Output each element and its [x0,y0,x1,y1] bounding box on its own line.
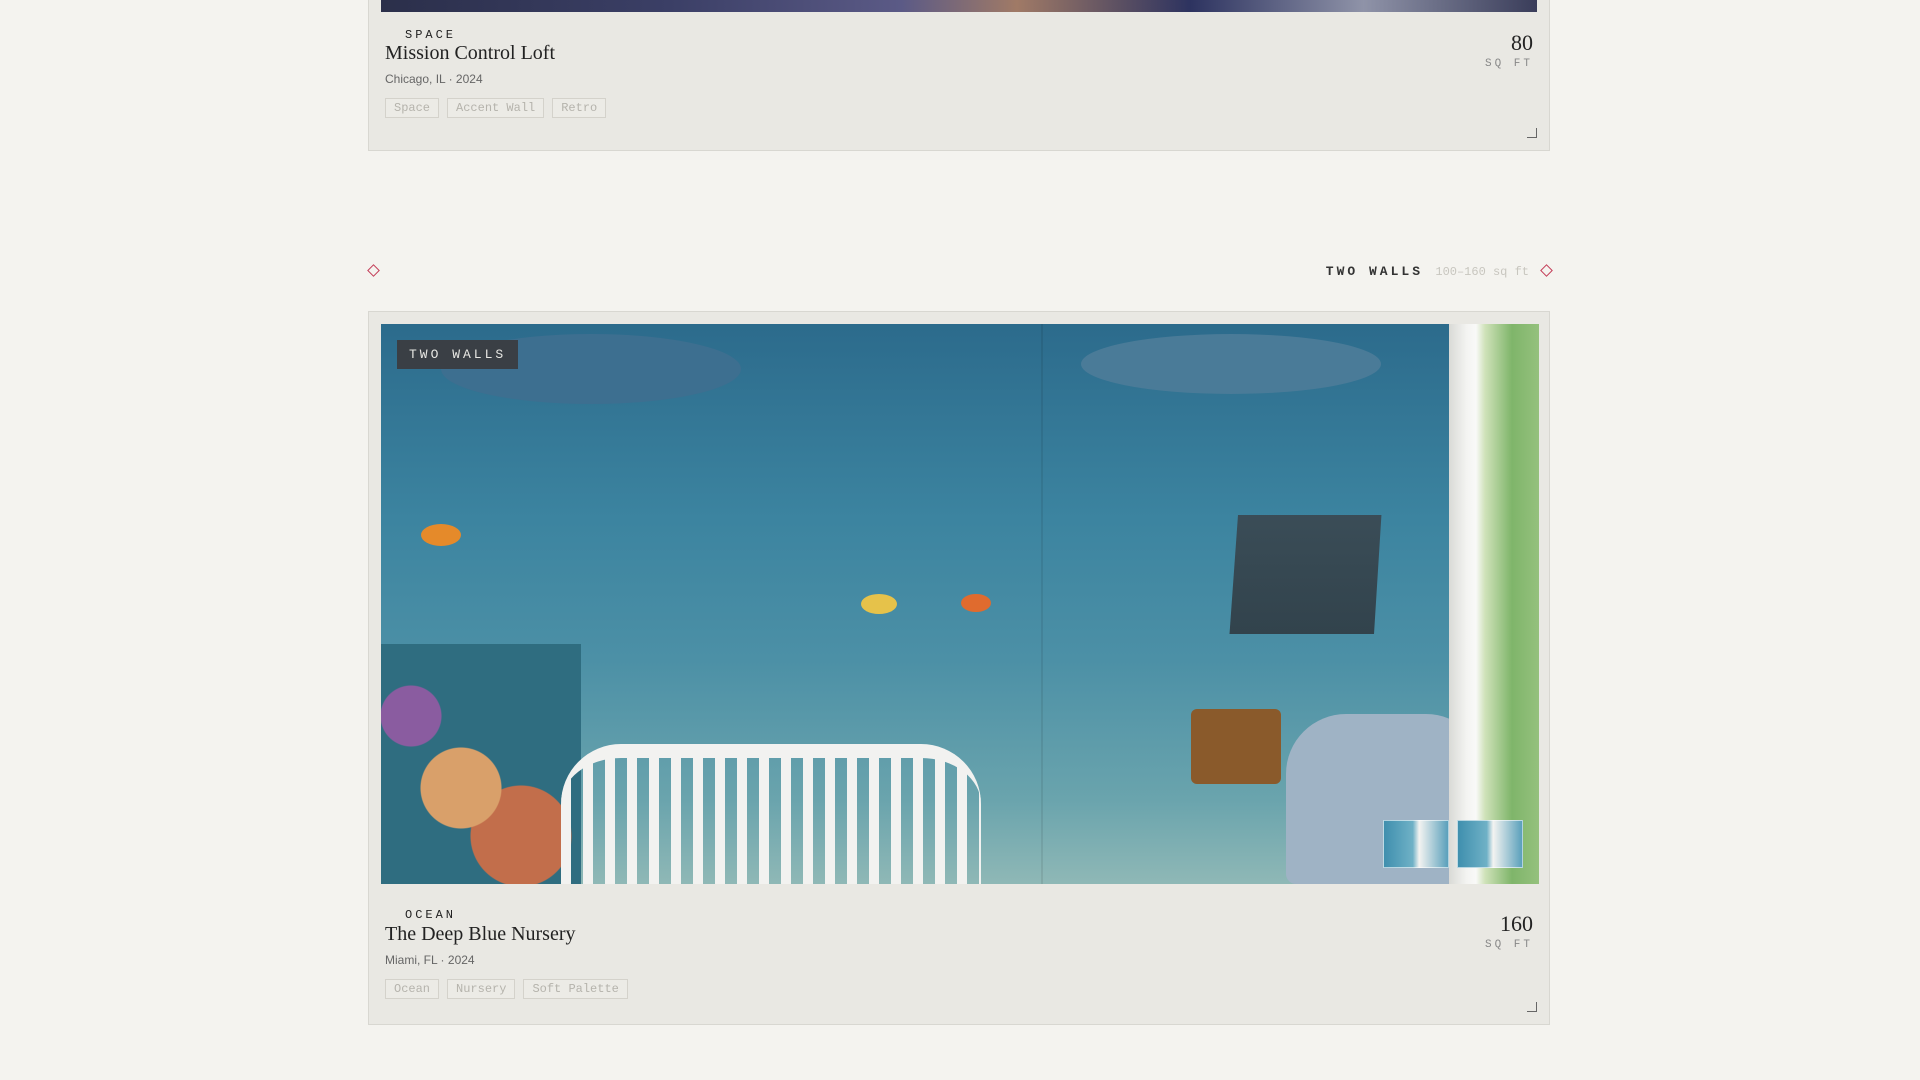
tag[interactable]: Retro [552,98,607,118]
project-location-year: Miami, FL · 2024 [385,953,475,967]
area-unit: SQ FT [1484,939,1533,951]
project-title[interactable]: The Deep Blue Nursery [385,923,576,946]
area-value: 80 [1511,30,1533,55]
project-tags: Ocean Nursery Soft Palette [385,979,628,999]
window-illustration [1449,324,1539,884]
thumbnail[interactable] [1457,820,1523,868]
project-category: OCEAN [405,908,457,922]
crib-illustration [561,744,981,884]
corner-resize-icon [1527,128,1537,138]
project-image[interactable] [381,0,1537,12]
area-unit: SQ FT [1484,58,1533,70]
fish-illustration [421,524,461,546]
section-range: 100–160 sq ft [1435,265,1529,279]
project-area: 160 SQ FT [1485,911,1533,951]
treasure-chest-illustration [1191,709,1281,784]
fish-illustration [861,594,897,614]
project-card-mission-control-loft[interactable]: SPACE Mission Control Loft Chicago, IL ·… [368,0,1550,151]
project-title[interactable]: Mission Control Loft [385,42,555,65]
wall-seam [1041,324,1043,884]
section-label: TWO WALLS [1325,264,1423,279]
tag[interactable]: Soft Palette [523,979,628,999]
project-card-deep-blue-nursery[interactable]: TWO WALLS OCEAN The Deep Blue Nursery Mi… [368,311,1550,1025]
project-tags: Space Accent Wall Retro [385,98,607,118]
fish-illustration [961,594,991,612]
diamond-icon [1540,264,1553,277]
project-image[interactable]: TWO WALLS [381,324,1539,884]
project-location-year: Chicago, IL · 2024 [385,72,483,86]
tag[interactable]: Nursery [447,979,516,999]
coral-reef-illustration [381,644,581,884]
tag[interactable]: Accent Wall [447,98,545,118]
shipwreck-illustration [1229,498,1383,634]
diamond-icon [367,264,380,277]
section-divider: TWO WALLS 100–160 sq ft [367,264,1553,279]
thumbnail-strip [1383,820,1523,868]
corner-resize-icon [1527,1002,1537,1012]
area-value: 160 [1500,911,1533,936]
project-area: 80 SQ FT [1485,30,1533,70]
tag[interactable]: Ocean [385,979,440,999]
whale-shark-illustration [1081,334,1381,394]
thumbnail[interactable] [1383,820,1449,868]
project-category: SPACE [405,28,457,42]
wall-count-badge: TWO WALLS [397,340,519,369]
tag[interactable]: Space [385,98,440,118]
